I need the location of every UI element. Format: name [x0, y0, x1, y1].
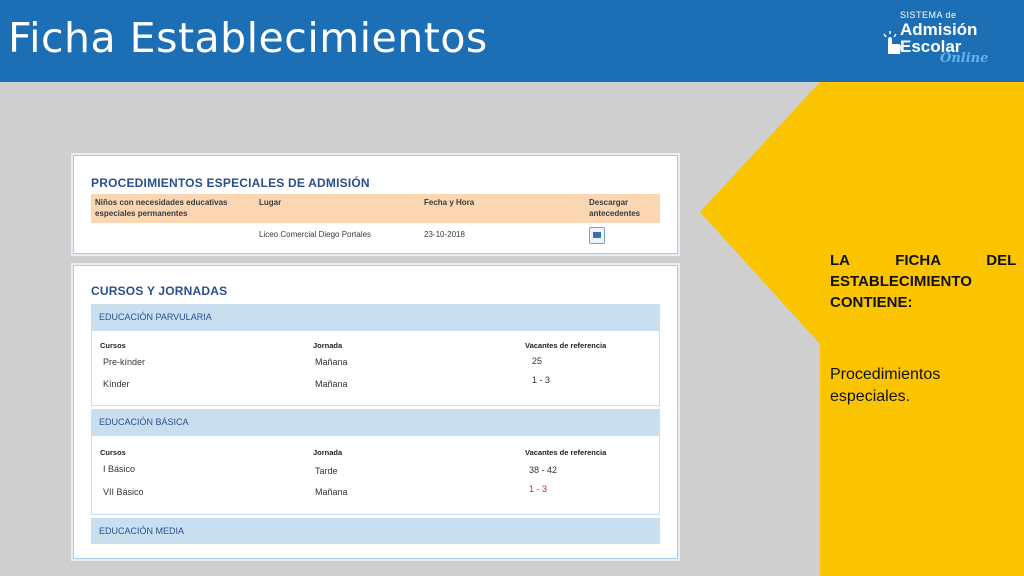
heading-word: LA — [830, 252, 850, 269]
procedimientos-card: PROCEDIMIENTOS ESPECIALES DE ADMISIÓN Ni… — [73, 155, 678, 254]
column-header: Descargar antecedentes — [589, 198, 641, 218]
pdf-download-icon[interactable] — [589, 227, 605, 244]
section-title: EDUCACIÓN MEDIA — [99, 526, 185, 536]
procedimientos-title: PROCEDIMIENTOS ESPECIALES DE ADMISIÓN — [91, 176, 370, 190]
column-header: Jornada — [313, 448, 343, 457]
column-header: Fecha y Hora — [424, 198, 475, 207]
vacantes-cell: 1 - 3 — [532, 375, 551, 385]
vacantes-cell: 38 - 42 — [529, 465, 558, 475]
logo-line-4: Online — [940, 51, 989, 66]
heading-word: CONTIENE: — [830, 294, 913, 311]
section-title: EDUCACIÓN PARVULARIA — [99, 312, 212, 322]
curso-cell: Kínder — [103, 379, 130, 389]
section-parvularia-content: Cursos Jornada Vacantes de referencia Pr… — [91, 330, 660, 406]
curso-cell: I Básico — [103, 464, 136, 474]
jornada-cell: Mañana — [315, 379, 348, 389]
cursos-card: CURSOS Y JORNADAS EDUCACIÓN PARVULARIA C… — [73, 265, 678, 559]
section-title: EDUCACIÓN BÁSICA — [99, 417, 189, 427]
section-basica-content: Cursos Jornada Vacantes de referencia I … — [91, 435, 660, 515]
page-title: Ficha Establecimientos — [8, 14, 488, 62]
heading-word: DEL — [986, 252, 1016, 269]
side-heading: LA FICHA DEL ESTABLECIMIENTO CONTIENE: — [830, 250, 1016, 313]
vacantes-cell: 1 - 3 — [529, 484, 548, 494]
column-header: Jornada — [313, 341, 343, 350]
column-header: Vacantes de referencia — [525, 448, 607, 457]
admision-escolar-logo: SISTEMA de Admisión Escolar Online — [882, 8, 988, 66]
column-header: Vacantes de referencia — [525, 341, 607, 350]
section-media[interactable]: EDUCACIÓN MEDIA — [91, 518, 660, 544]
side-body-text: Procedimientos especiales. — [830, 366, 941, 405]
column-header: Cursos — [100, 448, 126, 457]
section-basica[interactable]: EDUCACIÓN BÁSICA — [91, 409, 660, 435]
heading-word: FICHA — [895, 252, 941, 269]
fecha-cell: 23-10-2018 — [424, 230, 465, 239]
column-header: Lugar — [259, 198, 282, 207]
curso-cell: Pre-kínder — [103, 357, 146, 367]
jornada-cell: Tarde — [315, 466, 338, 476]
cursos-title: CURSOS Y JORNADAS — [91, 284, 228, 298]
jornada-cell: Mañana — [315, 357, 348, 367]
jornada-cell: Mañana — [315, 487, 348, 497]
logo-line-1: SISTEMA de — [900, 10, 957, 20]
column-header: Niños con necesidades educativas especia… — [95, 198, 228, 218]
header-bar: Ficha Establecimientos SISTEMA de Admisi… — [0, 0, 1024, 82]
vacantes-cell: 25 — [532, 356, 543, 366]
section-parvularia[interactable]: EDUCACIÓN PARVULARIA — [91, 304, 660, 330]
curso-cell: VII Básico — [103, 487, 144, 497]
column-header: Cursos — [100, 341, 126, 350]
hand-pointer-icon — [883, 31, 901, 54]
procedimientos-table-header: Niños con necesidades educativas especia… — [91, 194, 660, 223]
lugar-cell: Liceo Comercial Diego Portales — [259, 230, 372, 239]
heading-word: ESTABLECIMIENTO — [830, 273, 972, 290]
